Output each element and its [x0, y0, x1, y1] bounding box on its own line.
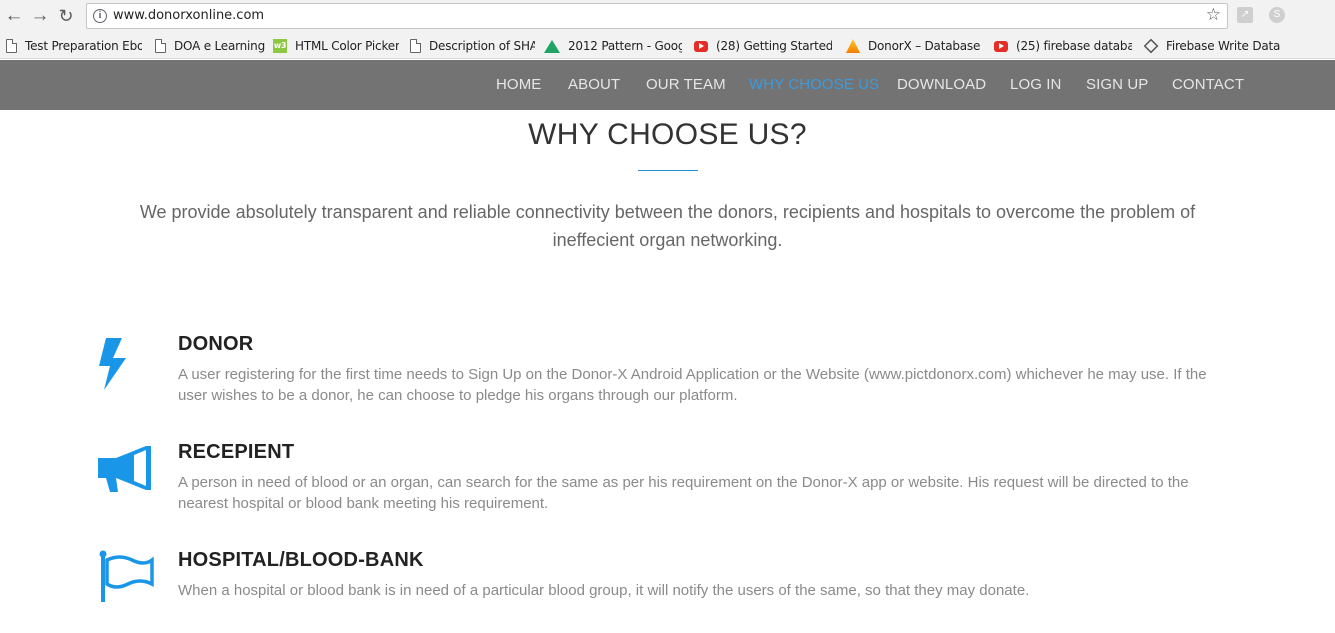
nav-download[interactable]: DOWNLOAD: [897, 76, 986, 93]
browser-toolbar: ← → ↻ i www.donorxonline.com ☆ ↗ S: [0, 0, 1335, 32]
feature-text-donor: A user registering for the first time ne…: [178, 366, 1207, 404]
bookmark-star-icon[interactable]: ☆: [1206, 5, 1221, 25]
youtube-icon: [694, 40, 708, 52]
skype-extension-icon[interactable]: S: [1269, 7, 1285, 23]
reload-icon[interactable]: ↻: [54, 4, 78, 28]
document-icon: [155, 39, 166, 53]
bookmark-label: Firebase Write Data: [1166, 39, 1281, 53]
bookmark-label: Description of SHA: [429, 39, 535, 53]
bookmark-label: 2012 Pattern - Googl: [568, 39, 682, 53]
flag-icon: [99, 550, 154, 602]
bookmark-label: HTML Color Picker: [295, 39, 399, 53]
nav-our-team[interactable]: OUR TEAM: [646, 76, 726, 93]
section-title: WHY CHOOSE US?: [528, 118, 807, 151]
title-divider: [638, 170, 698, 171]
bookmark-label: Test Preparation Ebo: [25, 39, 142, 53]
document-icon: [410, 39, 421, 53]
bookmark-item[interactable]: DonorX – Database –: [846, 37, 980, 55]
bookmark-item[interactable]: (25) firebase databas: [994, 37, 1132, 55]
firebase-icon: [846, 39, 860, 53]
site-navbar: HOME ABOUT OUR TEAM WHY CHOOSE US DOWNLO…: [0, 60, 1335, 110]
back-arrow-icon[interactable]: ←: [2, 4, 26, 28]
feature-title-recepient: RECEPIENT: [178, 441, 295, 463]
bookmark-item[interactable]: DOA e Learning: [155, 37, 265, 55]
bookmark-item[interactable]: Description of SHA: [410, 37, 535, 55]
feature-text-recepient: A person in need of blood or an organ, c…: [178, 474, 1189, 512]
pdf-extension-icon[interactable]: ↗: [1237, 7, 1253, 23]
bookmark-item[interactable]: Test Preparation Ebo: [6, 37, 142, 55]
lightning-bolt-icon: [99, 338, 126, 390]
feature-title-donor: DONOR: [178, 333, 254, 355]
nav-about[interactable]: ABOUT: [568, 76, 620, 93]
bookmark-item[interactable]: Firebase Write Data: [1144, 37, 1284, 55]
bookmark-label: DOA e Learning: [174, 39, 265, 53]
bookmark-label: DonorX – Database –: [868, 39, 980, 53]
diamond-icon: [1144, 38, 1159, 54]
url-text[interactable]: www.donorxonline.com: [113, 8, 264, 23]
nav-why-choose-us[interactable]: WHY CHOOSE US: [749, 76, 879, 93]
info-icon[interactable]: i: [93, 9, 107, 23]
feature-title-hospital: HOSPITAL/BLOOD-BANK: [178, 549, 424, 571]
document-icon: [6, 39, 17, 53]
forward-arrow-icon[interactable]: →: [28, 4, 52, 28]
bookmark-item[interactable]: (28) Getting Started w: [694, 37, 832, 55]
bookmark-label: (28) Getting Started w: [716, 39, 832, 53]
nav-log-in[interactable]: LOG IN: [1010, 76, 1061, 93]
youtube-icon: [994, 40, 1008, 52]
nav-home[interactable]: HOME: [496, 76, 541, 93]
megaphone-icon: [98, 446, 151, 492]
nav-sign-up[interactable]: SIGN UP: [1086, 76, 1148, 93]
address-bar[interactable]: i www.donorxonline.com ☆: [86, 3, 1228, 29]
w3schools-icon: w3: [273, 39, 287, 53]
bookmark-item[interactable]: 2012 Pattern - Googl: [544, 37, 682, 55]
section-intro: We provide absolutely transparent and re…: [139, 202, 1196, 250]
bookmark-item[interactable]: w3 HTML Color Picker: [273, 37, 399, 55]
bookmarks-bar: Test Preparation Ebo DOA e Learning w3 H…: [0, 32, 1335, 59]
google-drive-icon: [544, 39, 560, 53]
feature-text-hospital: When a hospital or blood bank is in need…: [178, 582, 1030, 599]
nav-contact[interactable]: CONTACT: [1172, 76, 1244, 93]
bookmark-label: (25) firebase databas: [1016, 39, 1132, 53]
